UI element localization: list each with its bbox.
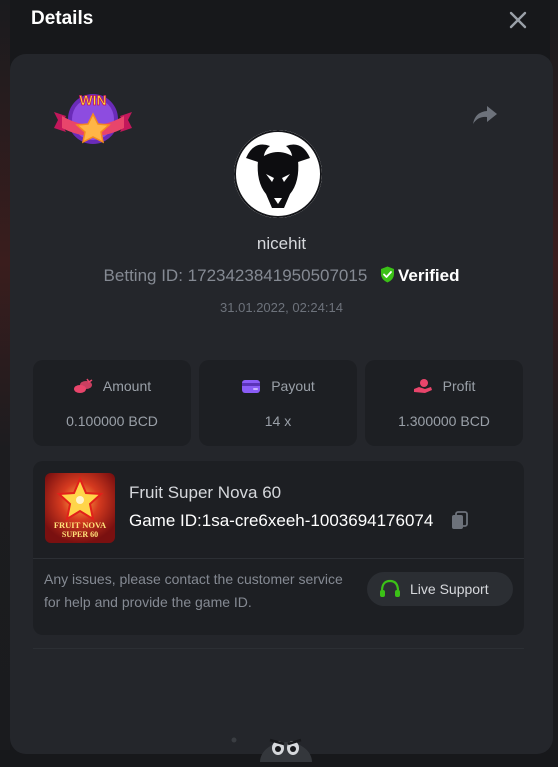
fruit-nova-thumbnail-icon: FRUIT NOVA SUPER 60 xyxy=(45,473,115,543)
headset-icon xyxy=(380,579,400,597)
game-id-label: Game ID: xyxy=(129,511,202,530)
stat-payout-value: 14 x xyxy=(264,413,292,429)
stat-profit-header: Profit xyxy=(365,378,523,394)
game-name[interactable]: Fruit Super Nova 60 xyxy=(129,483,281,503)
stat-payout: Payout 14 x xyxy=(199,360,357,446)
close-icon xyxy=(509,11,527,29)
support-notice: Any issues, please contact the customer … xyxy=(44,571,343,610)
bull-skull-avatar-icon xyxy=(234,130,322,218)
thumb-title-line2: SUPER 60 xyxy=(62,530,98,539)
betting-id-value: 1723423841950507015 xyxy=(187,266,368,285)
stat-amount-header: Amount xyxy=(33,378,191,394)
thumb-title-line1: FRUIT NOVA xyxy=(54,520,107,530)
panel-divider xyxy=(33,558,524,559)
details-card: WIN nicehit Betting ID: 1723423841950507… xyxy=(10,54,553,767)
username: nicehit xyxy=(256,234,307,253)
game-id-row: Game ID:1sa-cre6xeeh-1003694176074 xyxy=(129,511,433,531)
verified-badge: Verified xyxy=(380,266,459,286)
stat-payout-label: Payout xyxy=(271,378,315,394)
game-thumbnail[interactable]: FRUIT NOVA SUPER 60 xyxy=(45,473,115,543)
betting-id-label: Betting ID: xyxy=(103,266,183,285)
live-support-button[interactable]: Live Support xyxy=(367,572,513,606)
coins-icon xyxy=(73,378,93,393)
wallet-card-icon xyxy=(242,380,261,393)
win-badge-icon: WIN xyxy=(54,92,132,144)
bet-timestamp: 31.01.2022, 02:24:14 xyxy=(220,300,343,315)
hand-coin-icon xyxy=(413,379,432,393)
mascot-icon xyxy=(231,737,312,767)
modal-title: Details xyxy=(31,8,94,29)
share-button[interactable] xyxy=(472,104,498,126)
close-button[interactable] xyxy=(506,8,530,32)
win-badge-text: WIN xyxy=(79,92,106,108)
live-support-label: Live Support xyxy=(410,581,489,597)
share-arrow-icon xyxy=(473,106,497,124)
stat-payout-header: Payout xyxy=(199,378,357,394)
stat-profit-value: 1.300000 BCD xyxy=(398,413,490,429)
stat-profit-label: Profit xyxy=(442,378,476,394)
section-divider xyxy=(33,648,524,649)
stat-amount-value: 0.100000 BCD xyxy=(66,413,158,429)
win-badge: WIN xyxy=(52,86,134,148)
user-avatar xyxy=(234,130,322,218)
game-info-panel: FRUIT NOVA SUPER 60 Fruit Super Nova 60 … xyxy=(33,461,524,635)
verified-label: Verified xyxy=(398,266,460,285)
mascot-peek xyxy=(228,722,328,767)
copy-game-id-button[interactable] xyxy=(451,511,469,531)
shield-check-icon xyxy=(381,266,395,283)
stat-amount-label: Amount xyxy=(102,378,152,394)
modal-header: Details xyxy=(0,0,558,52)
stat-amount: Amount 0.100000 BCD xyxy=(33,360,191,446)
backdrop-left-edge xyxy=(0,0,10,750)
stat-profit: Profit 1.300000 BCD xyxy=(365,360,523,446)
betting-id-row: Betting ID: 1723423841950507015 Verified xyxy=(10,266,553,286)
copy-icon xyxy=(452,511,468,529)
game-id-value: 1sa-cre6xeeh-1003694176074 xyxy=(201,511,434,530)
